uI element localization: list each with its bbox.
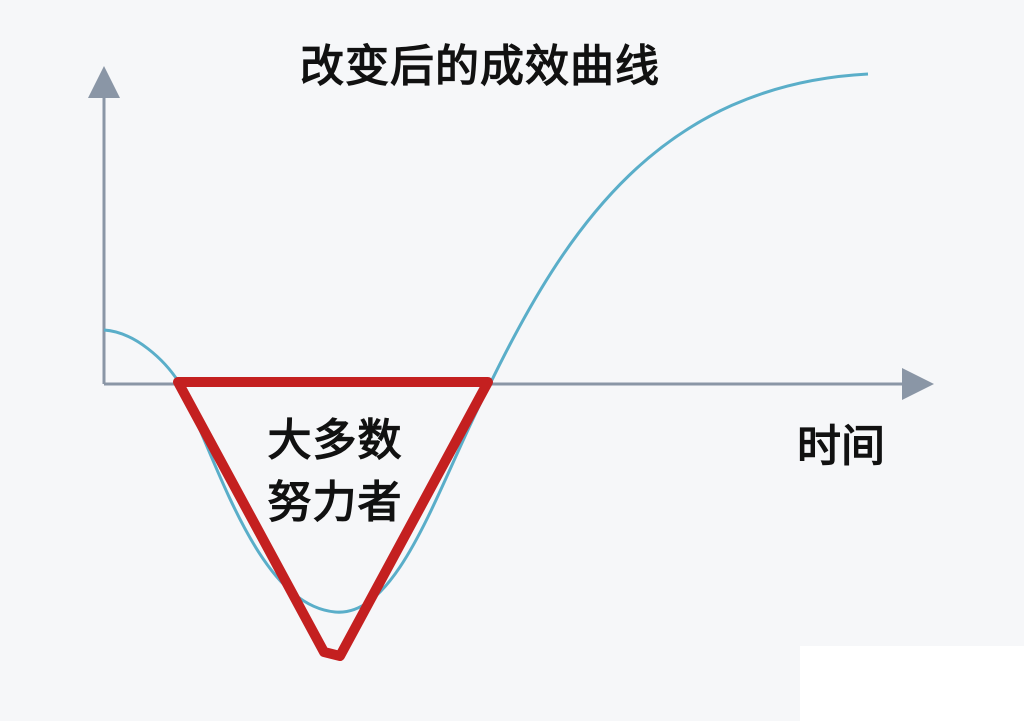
annotation-line-1: 大多数 xyxy=(267,415,403,466)
x-axis-arrow-icon xyxy=(902,368,934,400)
diagram-canvas xyxy=(88,66,934,661)
x-axis-label: 时间 xyxy=(797,421,885,472)
annotation-line-2: 努力者 xyxy=(267,477,403,528)
result-curve xyxy=(103,72,869,614)
y-axis-arrow-icon xyxy=(88,66,120,98)
diagram-title: 改变后的成效曲线 xyxy=(300,41,660,92)
